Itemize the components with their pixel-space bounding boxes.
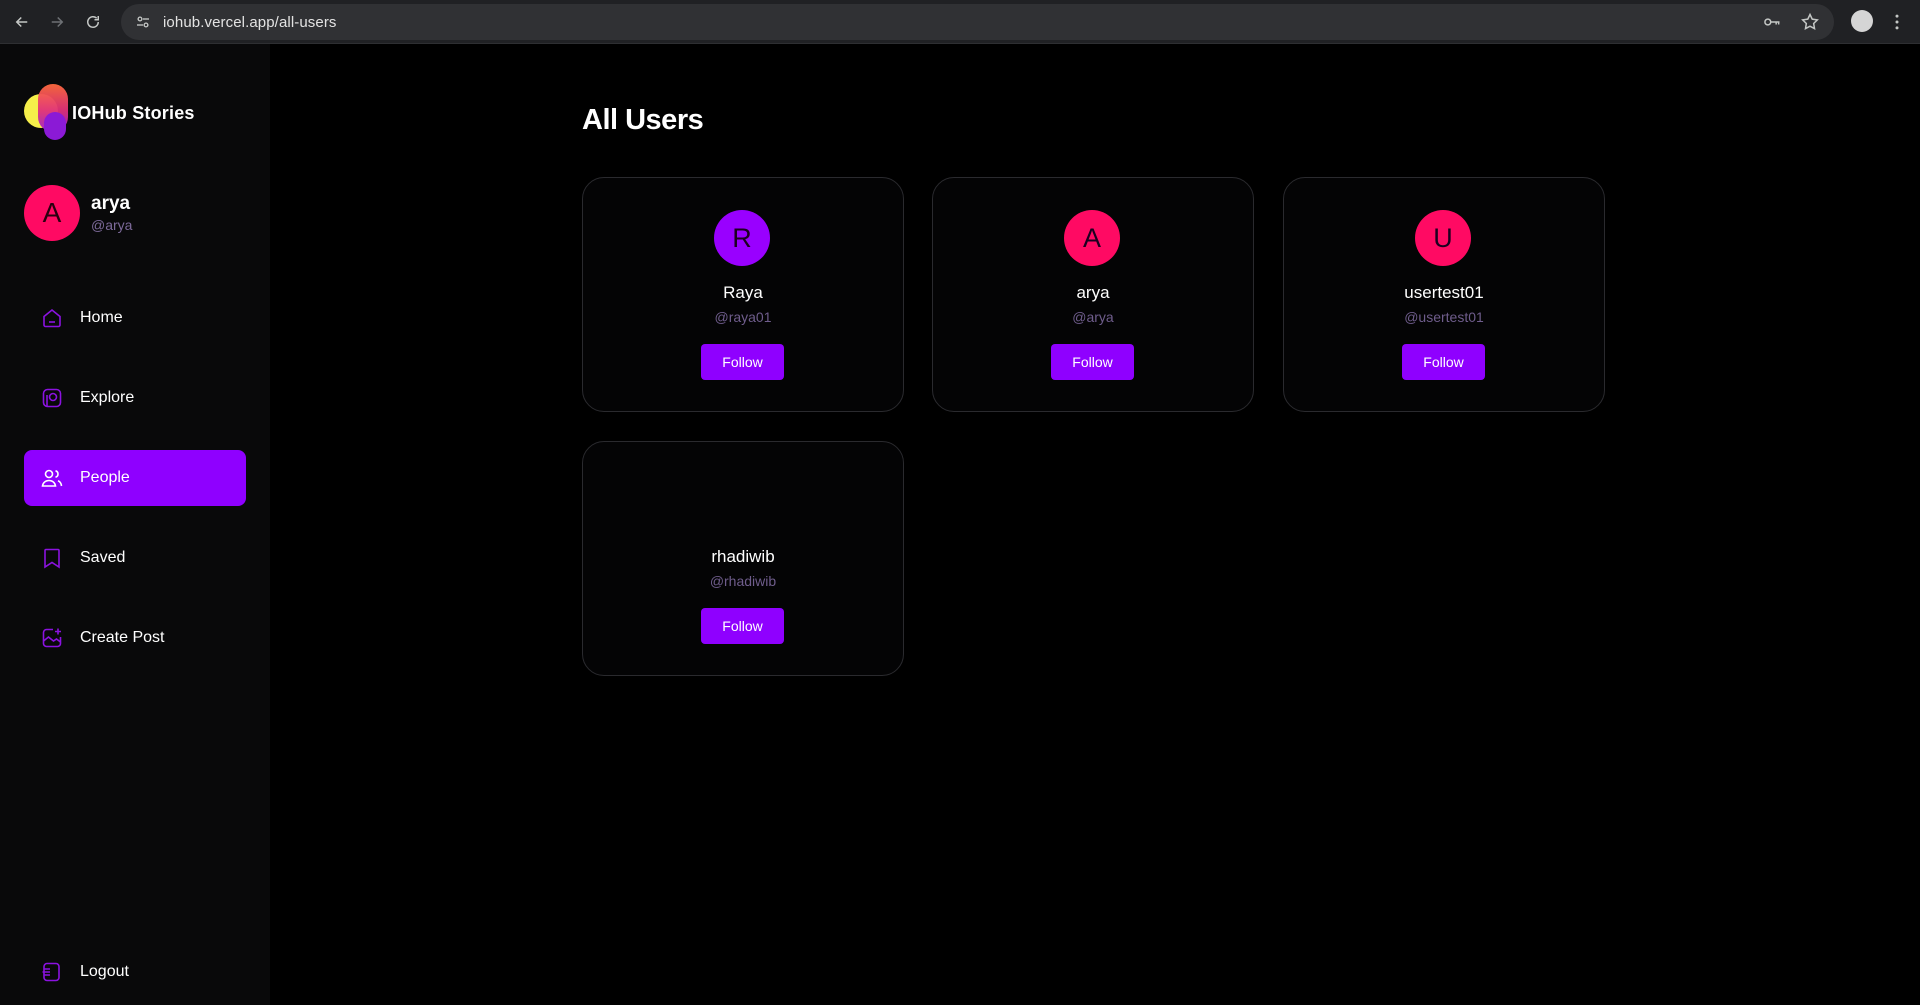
- sidebar-item-label: Create Post: [80, 629, 165, 646]
- bookmark-star-icon[interactable]: [1800, 12, 1820, 37]
- sidebar-nav: Home Explore People Saved Create Post: [24, 290, 246, 690]
- people-icon: [40, 466, 64, 490]
- avatar: [714, 474, 770, 530]
- sidebar-item-label: Explore: [80, 389, 135, 406]
- forward-arrow-icon[interactable]: [43, 8, 71, 36]
- bookmark-icon: [40, 546, 64, 570]
- follow-button[interactable]: Follow: [1402, 344, 1485, 380]
- logout-icon: [40, 960, 64, 984]
- user-name: Raya: [723, 283, 763, 302]
- sidebar-item-label: Saved: [80, 549, 126, 566]
- back-arrow-icon[interactable]: [8, 8, 36, 36]
- sidebar-item-label: People: [80, 469, 130, 486]
- current-user-profile[interactable]: A arya @arya: [24, 185, 132, 241]
- page-title: All Users: [582, 104, 704, 136]
- avatar: A: [24, 185, 80, 241]
- user-name: usertest01: [1404, 283, 1484, 302]
- logo-mark-icon: [24, 84, 74, 142]
- browser-toolbar: iohub.vercel.app/all-users: [0, 0, 1920, 44]
- password-key-icon[interactable]: [1762, 12, 1782, 37]
- url-text: iohub.vercel.app/all-users: [163, 13, 337, 31]
- logout-button[interactable]: Logout: [24, 944, 246, 1000]
- user-handle: @raya01: [714, 309, 772, 325]
- sidebar-item-saved[interactable]: Saved: [24, 530, 246, 586]
- follow-button[interactable]: Follow: [1051, 344, 1134, 380]
- create-post-icon: [40, 626, 64, 650]
- brand-name: IOHub Stories: [72, 102, 195, 123]
- user-card[interactable]: R Raya @raya01 Follow: [582, 177, 904, 412]
- home-icon: [40, 306, 64, 330]
- user-handle: @rhadiwib: [709, 573, 777, 589]
- sidebar-item-label: Home: [80, 309, 123, 326]
- avatar: U: [1415, 210, 1471, 266]
- follow-button[interactable]: Follow: [701, 344, 784, 380]
- sidebar-item-people[interactable]: People: [24, 450, 246, 506]
- user-card[interactable]: A arya @arya Follow: [932, 177, 1254, 412]
- profile-name: arya: [91, 193, 131, 214]
- more-menu-icon[interactable]: [1885, 10, 1909, 34]
- reload-icon[interactable]: [79, 8, 107, 36]
- left-sidebar: IOHub Stories A arya @arya Home Explore …: [0, 44, 270, 1005]
- sidebar-item-explore[interactable]: Explore: [24, 370, 246, 426]
- avatar: A: [1064, 210, 1120, 266]
- user-name: rhadiwib: [711, 547, 775, 566]
- user-handle: @arya: [1072, 309, 1114, 325]
- user-name: arya: [1076, 283, 1110, 302]
- sidebar-item-home[interactable]: Home: [24, 290, 246, 346]
- logout-label: Logout: [80, 963, 129, 980]
- main-content: All Users R Raya @raya01 Follow A arya @…: [270, 44, 1920, 1005]
- site-info-icon[interactable]: [133, 12, 153, 32]
- follow-button[interactable]: Follow: [701, 608, 784, 644]
- sidebar-item-create-post[interactable]: Create Post: [24, 610, 246, 666]
- profile-handle: @arya: [91, 217, 133, 233]
- user-card[interactable]: rhadiwib @rhadiwib Follow: [582, 441, 904, 676]
- brand-logo[interactable]: IOHub Stories: [24, 84, 195, 142]
- avatar: R: [714, 210, 770, 266]
- profile-avatar[interactable]: [1851, 10, 1873, 32]
- address-bar[interactable]: iohub.vercel.app/all-users: [121, 4, 1834, 40]
- user-card[interactable]: U usertest01 @usertest01 Follow: [1283, 177, 1605, 412]
- explore-icon: [40, 386, 64, 410]
- user-handle: @usertest01: [1404, 309, 1484, 325]
